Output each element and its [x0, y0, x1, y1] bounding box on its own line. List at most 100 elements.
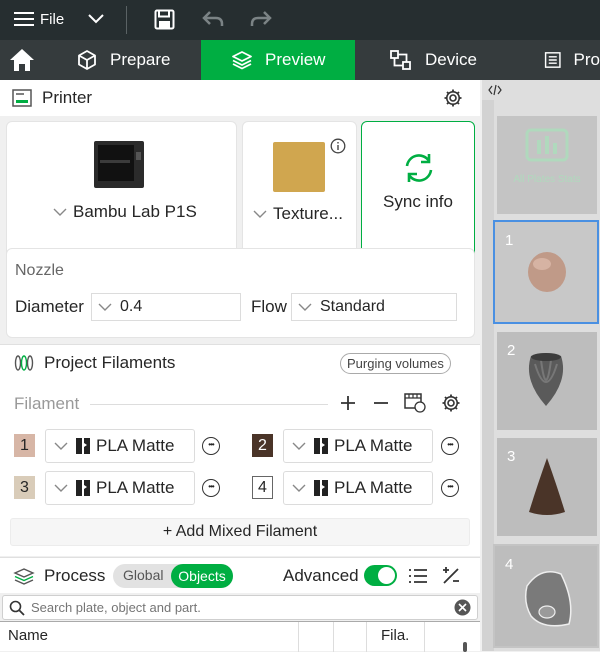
global-option[interactable]: Global	[123, 567, 163, 583]
object-table-header: Name Fila.	[0, 621, 480, 652]
purging-volumes-button[interactable]: Purging volumes	[340, 353, 451, 374]
filament-sync-icon[interactable]	[404, 393, 426, 413]
add-filament-icon[interactable]	[340, 395, 356, 411]
filament-2-swatch[interactable]: 2	[252, 434, 273, 457]
advanced-label: Advanced	[283, 566, 359, 585]
col-name: Name	[8, 627, 49, 644]
filament-3-number: 3	[20, 478, 29, 496]
cube-icon	[78, 50, 96, 70]
all-plates-stats-thumbnail[interactable]: All Plates Stats	[497, 116, 597, 214]
filaments-section-header: Project Filaments Purging volumes	[0, 344, 480, 380]
plates-panel: All Plates Stats 1 2 3 4	[482, 80, 600, 651]
tab-preview[interactable]: Preview	[201, 40, 355, 80]
filament-1-swatch[interactable]: 1	[14, 434, 35, 457]
plate-2-object-preview	[528, 353, 564, 406]
bambu-logo-icon	[76, 438, 90, 454]
undo-icon[interactable]	[202, 10, 224, 28]
filament-1-more-icon[interactable]	[202, 436, 220, 455]
filament-2-number: 2	[258, 436, 267, 454]
filament-4-more-icon[interactable]	[441, 478, 459, 497]
filaments-title: Project Filaments	[44, 353, 176, 372]
chevron-down-icon[interactable]	[88, 14, 104, 24]
plates-panel-header	[482, 80, 600, 100]
compare-icon[interactable]	[441, 566, 461, 586]
tab-home[interactable]	[0, 40, 44, 80]
plate-2-thumbnail[interactable]: 2	[497, 332, 597, 430]
filament-1-select[interactable]: PLA Matte	[45, 429, 195, 463]
process-section-header: Process Global Objects Advanced	[0, 557, 480, 593]
add-mixed-filament-button[interactable]: + Add Mixed Filament	[10, 518, 470, 546]
tab-device-label: Device	[425, 50, 477, 69]
plate-type-label: Texture...	[273, 204, 343, 223]
file-label: File	[40, 10, 65, 28]
tab-device[interactable]: Device	[375, 40, 515, 80]
advanced-toggle[interactable]	[364, 565, 397, 586]
nozzle-title: Nozzle	[15, 262, 64, 279]
filament-3-select[interactable]: PLA Matte	[45, 471, 195, 505]
col-filament: Fila.	[381, 627, 410, 644]
objects-option[interactable]: Objects	[171, 564, 233, 588]
chevron-down-icon	[298, 303, 312, 311]
home-icon	[10, 49, 34, 71]
printer-image	[94, 141, 144, 188]
device-icon	[390, 50, 411, 70]
filament-4-select[interactable]: PLA Matte	[283, 471, 433, 505]
bambu-logo-icon	[314, 480, 328, 496]
filament-list: Filament 1 PLA Matte 2 PLA Matte	[0, 380, 480, 556]
printer-settings-gear-icon[interactable]	[443, 88, 463, 108]
save-icon[interactable]	[154, 9, 175, 30]
clear-search-icon[interactable]	[454, 599, 471, 616]
tab-prepare-label: Prepare	[110, 50, 171, 69]
filament-4-number: 4	[258, 478, 267, 496]
process-title: Process	[44, 566, 106, 585]
filament-2-more-icon[interactable]	[441, 436, 459, 455]
filament-1-name: PLA Matte	[96, 436, 175, 455]
plate-1-thumbnail[interactable]: 1	[493, 220, 599, 324]
plate-3-number: 3	[507, 448, 516, 465]
top-bar: File	[0, 0, 600, 40]
chevron-down-icon	[292, 442, 306, 450]
plate-image	[273, 142, 325, 192]
info-icon[interactable]	[330, 138, 346, 154]
stats-icon	[525, 128, 569, 162]
search-icon	[9, 600, 25, 616]
filament-2-select[interactable]: PLA Matte	[283, 429, 433, 463]
list-icon	[544, 52, 561, 68]
filament-3-swatch[interactable]: 3	[14, 476, 35, 499]
diameter-value: 0.4	[120, 298, 143, 315]
chevron-down-icon	[54, 484, 68, 492]
diameter-select[interactable]: 0.4	[91, 293, 241, 321]
global-objects-toggle[interactable]: Global Objects	[113, 564, 233, 588]
chevron-down-icon	[54, 442, 68, 450]
collapse-panel-icon[interactable]	[488, 84, 502, 96]
file-menu-button[interactable]: File	[14, 10, 64, 28]
flow-value: Standard	[320, 298, 385, 315]
list-view-icon[interactable]	[408, 567, 428, 585]
remove-filament-icon[interactable]	[373, 395, 389, 411]
search-input[interactable]	[31, 598, 451, 617]
sync-info-label: Sync info	[383, 192, 453, 211]
tab-project-label: Pro	[573, 50, 600, 69]
printer-model-label: Bambu Lab P1S	[73, 202, 197, 221]
search-box[interactable]	[2, 595, 478, 620]
divider	[333, 622, 334, 652]
flow-select[interactable]: Standard	[291, 293, 457, 321]
tab-project[interactable]: Pro	[528, 40, 600, 80]
all-plates-stats-label: All Plates Stats	[513, 174, 581, 185]
bambu-logo-icon	[314, 438, 328, 454]
plate-2-number: 2	[507, 342, 516, 359]
plate-4-object-preview	[524, 571, 572, 627]
hamburger-icon	[14, 12, 34, 26]
tab-bar: Prepare Preview Device Pro	[0, 40, 600, 80]
plate-4-thumbnail[interactable]: 4	[493, 544, 599, 648]
filament-3-more-icon[interactable]	[202, 478, 220, 497]
filament-settings-gear-icon[interactable]	[441, 393, 461, 413]
filament-header-label: Filament	[14, 394, 80, 413]
bambu-logo-icon	[76, 480, 90, 496]
divider	[424, 622, 425, 652]
chevron-down-icon	[53, 208, 67, 216]
plate-3-thumbnail[interactable]: 3	[497, 438, 597, 536]
filament-4-swatch[interactable]: 4	[252, 476, 273, 499]
tab-prepare[interactable]: Prepare	[60, 40, 200, 80]
redo-icon[interactable]	[250, 10, 272, 28]
